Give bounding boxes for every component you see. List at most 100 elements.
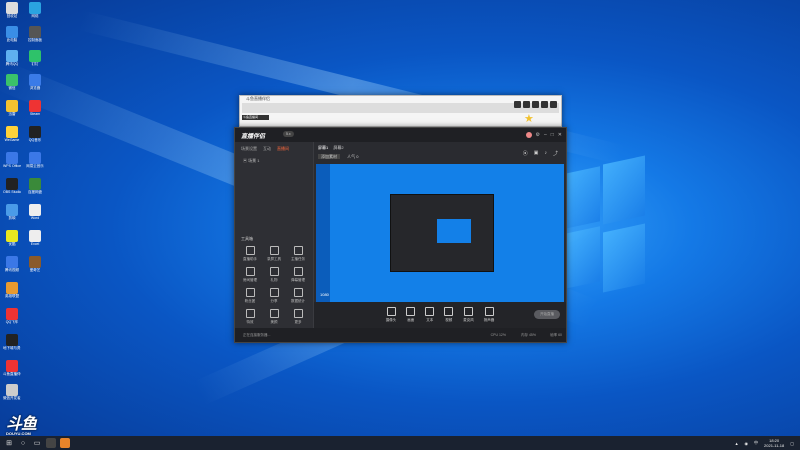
clock[interactable]: 18:20 2021-11-18 [764, 438, 784, 448]
desktop-icon[interactable]: QQ音乐 [26, 126, 44, 148]
douyu-watermark-logo: 斗鱼 DOUYU.COM [6, 416, 37, 436]
ime-indicator[interactable]: 中 [754, 440, 758, 446]
desktop-icon[interactable]: Steam [26, 100, 44, 122]
task-view-icon[interactable]: ▭ [32, 438, 42, 448]
desktop-icon[interactable]: 回收站 [3, 2, 21, 24]
desktop-icon[interactable]: 微信 [3, 74, 21, 96]
start-live-button[interactable]: 开始直播 [534, 310, 560, 319]
add-source-button[interactable]: 添加素材 [318, 154, 340, 159]
status-bar: 正在连接服务器... CPU 12% 内存 45% 帧率 60 [235, 328, 566, 342]
tool-item[interactable]: 粉丝团 [238, 288, 262, 304]
tool-icon[interactable] [514, 101, 521, 108]
tool-icon[interactable] [550, 101, 557, 108]
tool-item[interactable]: 礼物 [262, 267, 286, 283]
camera-button[interactable]: 摄像头 [386, 307, 396, 323]
tool-icon[interactable] [541, 101, 548, 108]
status-fps: 帧率 60 [550, 333, 562, 337]
tool-icon[interactable] [532, 101, 539, 108]
desktop-icon[interactable]: WeGame [3, 126, 21, 148]
desktop-icon[interactable]: 百度网盘 [26, 178, 44, 200]
desktop-icon[interactable]: 微信开发者工具 [3, 384, 21, 406]
network-icon[interactable]: ▲ [735, 441, 739, 446]
scene-tab[interactable]: 屏幕2 [333, 145, 343, 150]
tab-scene-settings[interactable]: 场景设置 [241, 146, 257, 152]
browser-taskbar-icon[interactable] [46, 438, 56, 448]
scene-tab[interactable]: 屏幕1 [318, 145, 328, 150]
system-tray: ▲ ◉ 中 18:20 2021-11-18 ▢ [735, 436, 794, 450]
maximize-icon[interactable]: □ [551, 132, 554, 138]
start-icon[interactable]: ⊞ [4, 438, 14, 448]
scene-toolbar: 屏幕1 屏幕2 添加素材 人气 0 ⦿ ▣ ♪ ⤴ [314, 142, 566, 164]
microphone-button[interactable]: 麦克风 [463, 307, 474, 323]
tab-interaction[interactable]: 互动 [263, 146, 271, 152]
bell-icon[interactable]: ♪ [544, 150, 547, 157]
content-actions: ⦿ ▣ ♪ ⤴ [523, 150, 558, 157]
desktop-icon[interactable]: 控制面板 [26, 26, 44, 48]
speaker-button[interactable]: 扬声器 [484, 307, 494, 323]
desktop-icon[interactable]: 浏览器 [26, 74, 44, 96]
toolbox-header: 工具箱 [241, 236, 253, 241]
notification-icon[interactable]: ▢ [790, 441, 794, 446]
layout-icon[interactable]: ▣ [534, 150, 539, 157]
screen-button[interactable]: 画面 [406, 307, 416, 323]
settings-icon[interactable]: ⚙ [536, 132, 540, 138]
desktop-icon[interactable]: 剪映 [3, 204, 21, 226]
desktop-icon[interactable]: 斗鱼直播伴侣 [3, 360, 21, 382]
desktop-icon[interactable]: 网络 [26, 2, 44, 24]
desktop-icon[interactable]: OBS Studio [3, 178, 21, 200]
tool-item[interactable]: 直播助手 [238, 246, 262, 262]
window-controls: ⚙ – □ ✕ [525, 132, 562, 138]
desktop-icon[interactable]: 优酷 [3, 230, 21, 252]
desktop-icon[interactable]: 网易云音乐 [26, 152, 44, 174]
video-button[interactable]: 视频 [444, 307, 454, 323]
tool-item[interactable]: 分享 [262, 288, 286, 304]
live-companion-window: 直播伴侣 5.x ⚙ – □ ✕ 场景设置 互动 直播间 ▣ 场景 1 工具箱 … [234, 127, 567, 343]
desktop-icon[interactable]: 迅雷 [3, 100, 21, 122]
desktop-icon[interactable]: 地下城与勇士 [3, 334, 21, 356]
desktop-icon[interactable]: 钉钉 [26, 50, 44, 72]
preview-overlay-text: 1080 [320, 292, 329, 297]
tool-item[interactable]: 数据统计 [286, 288, 310, 304]
tool-item[interactable]: 更多 [286, 309, 310, 325]
mini-toolbar [242, 103, 559, 113]
tool-item[interactable]: 美颜 [262, 309, 286, 325]
volume-icon[interactable]: ◉ [745, 441, 749, 446]
stream-preview[interactable]: 1080 [316, 164, 564, 302]
text-button[interactable]: 文本 [425, 307, 435, 323]
desktop-icon[interactable]: 此电脑 [3, 26, 21, 48]
windows-logo-graphic [565, 150, 645, 300]
minimize-icon[interactable]: – [544, 132, 547, 138]
desktop-icon[interactable]: 英雄联盟 [3, 282, 21, 304]
desktop-icon[interactable]: 爱奇艺 [26, 256, 44, 278]
desktop-icon[interactable]: Word [26, 204, 44, 226]
avatar[interactable] [525, 132, 532, 138]
tool-item[interactable]: 弹幕管理 [286, 267, 310, 283]
mini-window-controls [514, 101, 557, 108]
tool-item[interactable]: 录屏工具 [262, 246, 286, 262]
desktop-icon[interactable]: WPS Office [3, 152, 21, 174]
companion-taskbar-icon[interactable] [60, 438, 70, 448]
record-icon[interactable]: ⦿ [523, 150, 528, 157]
tool-icon[interactable] [523, 101, 530, 108]
tool-item[interactable]: 特效 [238, 309, 262, 325]
status-memory: 内存 45% [521, 333, 536, 337]
mini-field[interactable]: 斗鱼直播间 [242, 115, 269, 120]
share-icon[interactable]: ⤴ [553, 150, 558, 157]
version-badge: 5.x [283, 131, 294, 137]
desktop-icon[interactable]: 腾讯视频 [3, 256, 21, 278]
desktop-icon[interactable]: QQ飞车 [3, 308, 21, 330]
bottom-toolbar: 摄像头 画面 文本 视频 麦克风 扬声器 开始直播 [314, 302, 566, 328]
close-icon[interactable]: ✕ [558, 132, 562, 138]
search-icon[interactable]: ○ [18, 438, 28, 448]
preview-icon-column [316, 164, 330, 302]
scene-item[interactable]: ▣ 场景 1 [235, 156, 313, 166]
tab-live-room[interactable]: 直播间 [277, 146, 289, 152]
status-text: 正在连接服务器... [243, 333, 271, 337]
tool-item[interactable]: 主播任务 [286, 246, 310, 262]
desktop-icon[interactable]: Excel [26, 230, 44, 252]
tool-item[interactable]: 房间管理 [238, 267, 262, 283]
star-icon[interactable]: ★ [524, 112, 534, 125]
window-title: 斗鱼直播伴侣 [246, 96, 270, 101]
toolbox-grid: 直播助手 录屏工具 主播任务 房间管理 礼物 弹幕管理 粉丝团 分享 数据统计 … [238, 246, 310, 325]
desktop-icon[interactable]: 腾讯QQ [3, 50, 21, 72]
